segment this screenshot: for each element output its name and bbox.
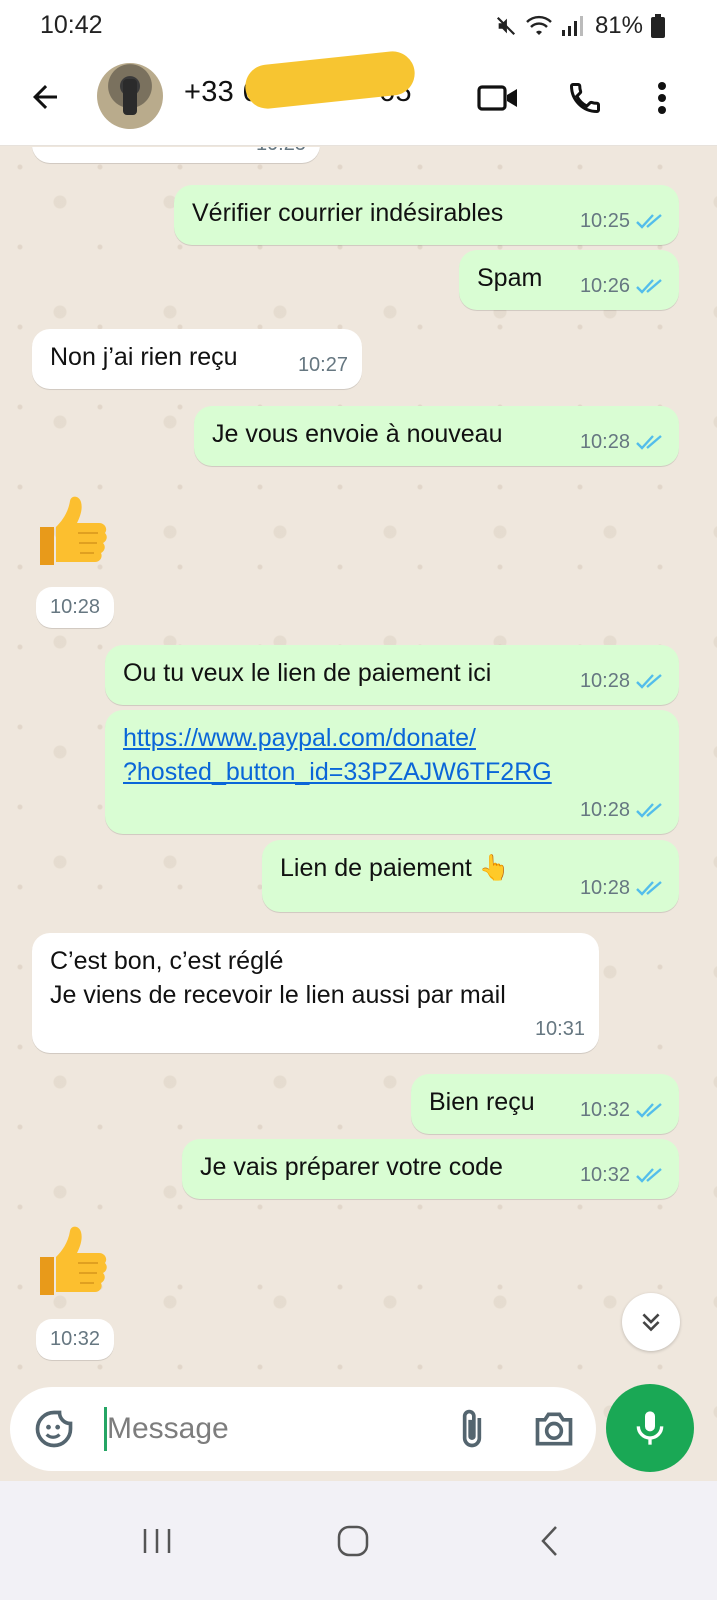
message-time-badge: 10:32 (36, 1319, 115, 1360)
double-check-icon (636, 881, 662, 896)
recent-apps-icon (143, 1529, 171, 1553)
paypal-link[interactable]: https://www.paypal.com/donate/ ?hosted_b… (123, 721, 661, 789)
message-bubble-outgoing[interactable]: Vérifier courrier indésirables 10:25 (174, 185, 679, 245)
emoji-message[interactable] (32, 487, 112, 576)
message-time: 10:28 (579, 877, 630, 899)
nav-back-button[interactable] (520, 1511, 580, 1571)
message-bubble-outgoing[interactable]: Spam 10:26 (459, 250, 679, 310)
message-bubble-outgoing[interactable]: Ou tu veux le lien de paiement ici 10:28 (105, 645, 679, 705)
emoji-message[interactable] (32, 1217, 112, 1306)
message-time: 10:27 (297, 354, 348, 376)
message-text: Spam (477, 264, 543, 292)
wifi-icon (526, 15, 552, 35)
phone-icon (569, 83, 600, 114)
double-check-icon (636, 214, 662, 229)
message-time: 10:32 (579, 1099, 630, 1121)
message-text: Ou tu veux le lien de paiement ici (123, 659, 492, 687)
message-bubble-incoming[interactable]: Non j’ai rien reçu 10:27 (32, 329, 362, 389)
double-check-icon (636, 435, 662, 450)
message-text: Bien reçu (429, 1088, 535, 1116)
message-bubble-outgoing[interactable]: Lien de paiement 👆 10:28 (262, 840, 679, 912)
message-bubble-outgoing[interactable]: Je vous envoie à nouveau 10:28 (194, 406, 679, 466)
status-bar: 10:42 81% (0, 0, 717, 50)
double-check-icon (636, 674, 662, 689)
message-text: Vérifier courrier indésirables (192, 199, 504, 227)
recent-apps-button[interactable] (127, 1511, 187, 1571)
back-button[interactable] (24, 76, 66, 118)
sticker-button[interactable] (32, 1407, 76, 1451)
voice-call-button[interactable] (563, 76, 607, 120)
message-time: 10:26 (579, 275, 630, 297)
arrow-left-icon (33, 85, 57, 109)
sticker-smiley-icon (35, 1410, 73, 1448)
message-time: 10:28 (579, 799, 630, 821)
video-camera-icon (477, 85, 517, 111)
double-check-icon (636, 279, 662, 294)
message-bubble-incoming[interactable]: C’est bon, c’est réglé Je viens de recev… (32, 933, 599, 1053)
message-time: 10:28 (50, 596, 101, 618)
chat-area[interactable]: 10:25 Vérifier courrier indésirables 10:… (0, 147, 717, 1482)
battery-percent: 81% (594, 12, 643, 39)
message-time: 10:25 (256, 147, 306, 161)
message-bubble-outgoing[interactable]: https://www.paypal.com/donate/ ?hosted_b… (105, 710, 679, 834)
message-text: Je vais préparer votre code (200, 1153, 503, 1181)
message-composer (10, 1387, 596, 1471)
message-time: 10:25 (579, 210, 630, 232)
link-line-2: ?hosted_button_id=33PZAJW6TF2RG (123, 758, 552, 786)
message-time: 10:32 (579, 1164, 630, 1186)
double-check-icon (636, 1168, 662, 1183)
avatar[interactable] (97, 63, 163, 129)
chevron-left-icon (541, 1526, 557, 1556)
more-vertical-icon (658, 82, 666, 114)
message-time: 10:28 (579, 670, 630, 692)
message-input[interactable] (107, 1405, 427, 1453)
attach-button[interactable] (450, 1407, 494, 1451)
signal-icon (561, 16, 583, 36)
microphone-icon (636, 1411, 664, 1445)
camera-icon (535, 1412, 573, 1446)
camera-button[interactable] (532, 1407, 578, 1451)
menu-button[interactable] (640, 76, 684, 120)
home-icon (337, 1525, 369, 1557)
paperclip-icon (462, 1409, 482, 1448)
message-time: 10:31 (534, 1018, 585, 1040)
message-time: 10:32 (50, 1328, 101, 1350)
mute-icon (496, 16, 515, 36)
message-bubble-outgoing[interactable]: Je vais préparer votre code 10:32 (182, 1139, 679, 1199)
message-time-badge: 10:28 (36, 587, 115, 628)
status-time: 10:42 (40, 11, 103, 39)
thumbs-up-icon (40, 496, 107, 565)
message-bubble-outgoing[interactable]: Bien reçu 10:32 (411, 1074, 679, 1134)
message-text: C’est bon, c’est réglé Je viens de recev… (50, 947, 506, 1009)
home-button[interactable] (323, 1511, 383, 1571)
status-icons: 81% (495, 12, 665, 40)
voice-message-button[interactable] (606, 1384, 694, 1472)
battery-icon (651, 14, 665, 38)
system-navigation-bar (0, 1481, 717, 1600)
scroll-to-bottom-button[interactable] (622, 1293, 680, 1351)
video-call-button[interactable] (476, 76, 520, 120)
chat-header: +33 665 (0, 49, 717, 146)
double-chevron-down-icon (642, 1313, 660, 1332)
message-bubble-incoming[interactable]: 10:25 (32, 147, 320, 163)
double-check-icon (636, 803, 662, 818)
link-line-1: https://www.paypal.com/donate/ (123, 724, 476, 752)
message-text: Non j’ai rien reçu (50, 343, 238, 371)
message-text: Lien de paiement 👆 (280, 854, 510, 882)
double-check-icon (636, 1103, 662, 1118)
message-time: 10:28 (579, 431, 630, 453)
message-text: Je vous envoie à nouveau (212, 420, 503, 448)
thumbs-up-icon (40, 1226, 107, 1295)
